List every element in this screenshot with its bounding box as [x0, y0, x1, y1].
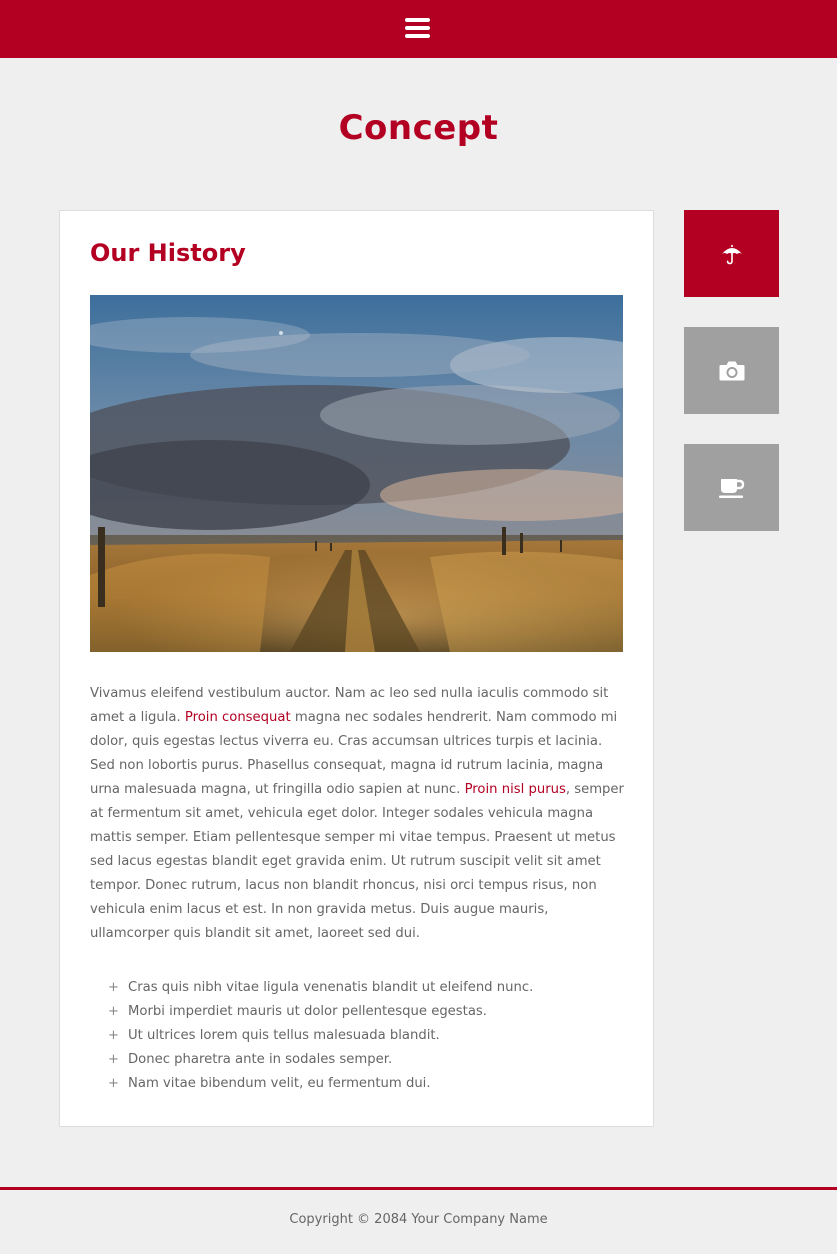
- hamburger-icon[interactable]: [405, 16, 432, 40]
- list-item-text: Morbi imperdiet mauris ut dolor pellente…: [128, 1004, 487, 1019]
- list-item-text: Cras quis nibh vitae ligula venenatis bl…: [128, 980, 534, 995]
- plus-icon: +: [108, 1076, 119, 1091]
- footer-copyright: Copyright © 2084 Your Company Name: [289, 1212, 548, 1227]
- plus-icon: +: [108, 1004, 119, 1019]
- list-item-text: Nam vitae bibendum velit, eu fermentum d…: [128, 1076, 431, 1091]
- coffee-cup-icon: [718, 478, 744, 498]
- landscape-photo: [90, 295, 623, 652]
- list-item: + Nam vitae bibendum velit, eu fermentum …: [108, 1072, 608, 1096]
- article-title: Our History: [90, 239, 246, 267]
- camera-button[interactable]: [684, 327, 779, 414]
- bullet-list: + Cras quis nibh vitae ligula venenatis b…: [108, 976, 608, 1096]
- page-title: Concept: [338, 108, 499, 148]
- plus-icon: +: [108, 980, 119, 995]
- umbrella-icon: [721, 244, 742, 264]
- article-body: Vivamus eleifend vestibulum auctor. Nam …: [90, 682, 625, 946]
- list-item-text: Ut ultrices lorem quis tellus malesuada …: [128, 1028, 440, 1043]
- list-item: + Donec pharetra ante in sodales semper.: [108, 1048, 608, 1072]
- list-item-text: Donec pharetra ante in sodales semper.: [128, 1052, 393, 1067]
- list-item: + Ut ultrices lorem quis tellus malesuada…: [108, 1024, 608, 1048]
- body-text-part: , semper at fermentum sit amet, vehicula…: [90, 782, 624, 941]
- top-navbar: [0, 0, 837, 58]
- camera-icon: [719, 361, 744, 380]
- list-item: + Cras quis nibh vitae ligula venenatis b…: [108, 976, 608, 1000]
- plus-icon: +: [108, 1028, 119, 1043]
- coffee-button[interactable]: [684, 444, 779, 531]
- proin-consequat-link[interactable]: Proin consequat: [185, 710, 291, 725]
- proin-nisl-purus-link[interactable]: Proin nisl purus: [465, 782, 566, 797]
- plus-icon: +: [108, 1052, 119, 1067]
- footer-divider: [0, 1187, 837, 1190]
- umbrella-button[interactable]: [684, 210, 779, 297]
- list-item: + Morbi imperdiet mauris ut dolor pellent…: [108, 1000, 608, 1024]
- article-card: Our History Vivamus eleifend vestibulum …: [59, 210, 654, 1127]
